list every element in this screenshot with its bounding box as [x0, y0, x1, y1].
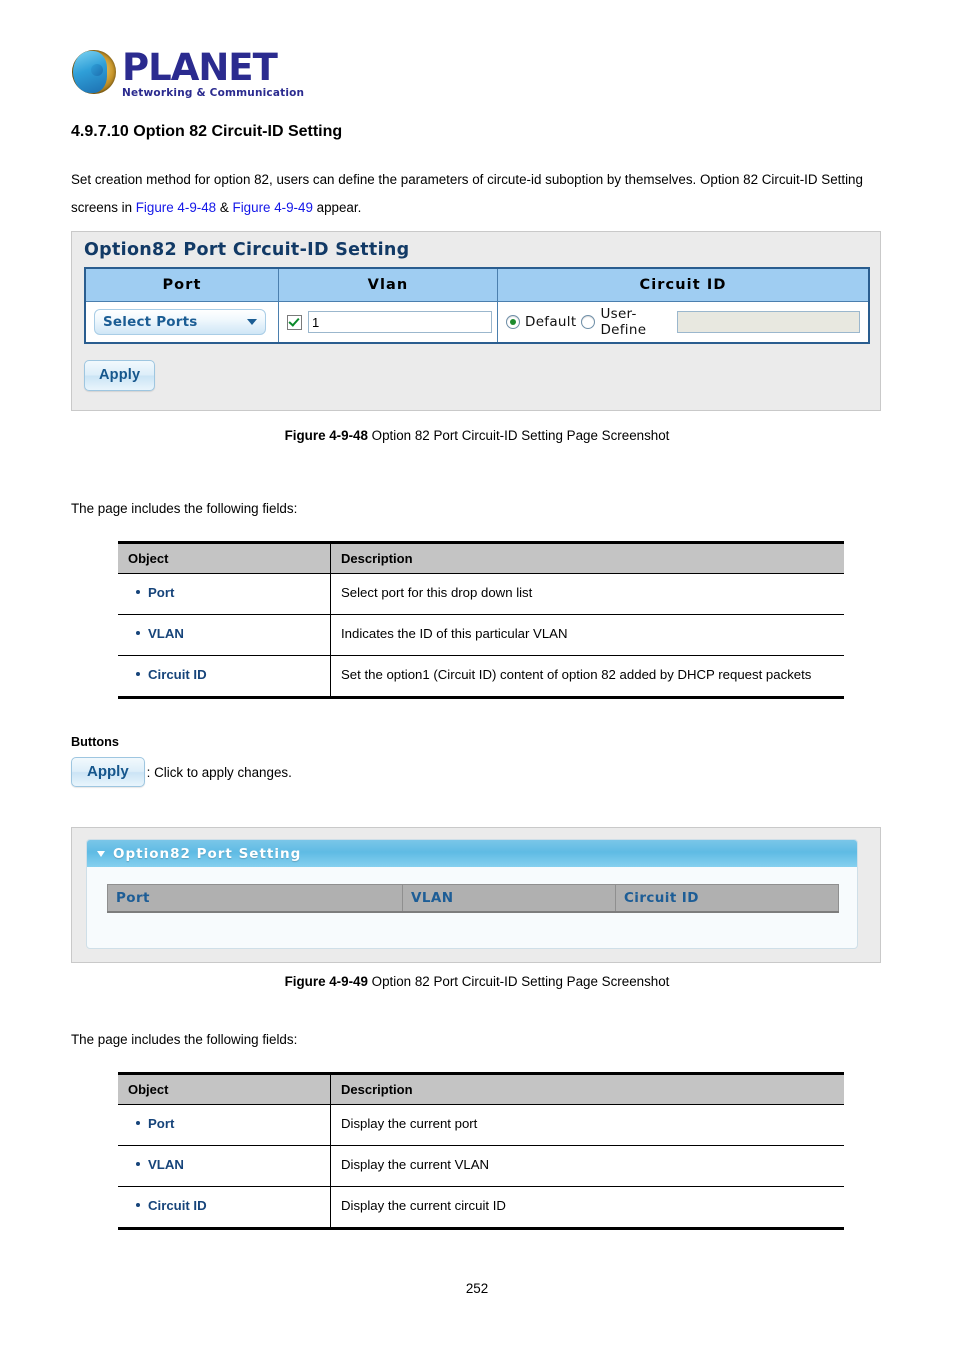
page-number: 252 — [465, 1281, 489, 1296]
panel-header[interactable]: Option82 Port Setting — [87, 840, 857, 867]
panel-title: Option82 Port Setting — [113, 845, 302, 862]
table-row: VLAN Indicates the ID of this particular… — [118, 614, 844, 656]
fields-note-1: The page includes the following fields: — [71, 501, 298, 516]
bullet-icon — [136, 631, 140, 635]
table-row: Port Select port for this drop down list — [118, 573, 844, 615]
column-header-vlan: Vlan — [278, 268, 498, 302]
chevron-down-icon — [247, 319, 257, 325]
radio-default[interactable] — [506, 315, 520, 329]
column-header-object: Object — [118, 1072, 331, 1105]
bullet-icon — [136, 1121, 140, 1125]
column-header-vlan: VLAN — [402, 884, 616, 913]
bullet-icon — [136, 590, 140, 594]
column-header-description: Description — [330, 541, 844, 574]
figure-link-4-9-49[interactable]: Figure 4-9-49 — [233, 200, 313, 215]
figure-caption-2-text: Option 82 Port Circuit-ID Setting Page S… — [367, 974, 670, 989]
option82-config-table: Port Vlan Circuit ID Select Ports 1 Defa… — [84, 267, 870, 344]
radio-user-define-label: User-Define — [600, 306, 647, 338]
fields-table-2: Object Description Port Display the curr… — [118, 1072, 844, 1230]
figure-caption-1-text: Option 82 Port Circuit-ID Setting Page S… — [367, 428, 670, 443]
table-header-row: Port Vlan Circuit ID — [84, 268, 870, 302]
page-title: 4.9.7.10 Option 82 Circuit-ID Setting — [71, 123, 343, 140]
object-label: Circuit ID — [148, 667, 207, 682]
brand-text: PLANET Networking & Communication — [122, 49, 304, 99]
select-ports-value: Select Ports — [103, 314, 198, 330]
figure-caption-1-label: Figure 4-9-48 — [284, 428, 368, 443]
figure-caption-2: Figure 4-9-49 Option 82 Port Circuit-ID … — [0, 974, 954, 989]
table-row: Port Display the current port — [118, 1104, 844, 1146]
select-ports-dropdown[interactable]: Select Ports — [94, 309, 266, 335]
object-cell: VLAN — [128, 1157, 320, 1172]
cell-port: Select Ports — [84, 301, 279, 344]
object-label: Port — [148, 1116, 175, 1131]
fields-table-1: Object Description Port Select port for … — [118, 541, 844, 699]
vlan-enable-checkbox[interactable] — [287, 314, 302, 330]
user-define-circuit-id-input[interactable] — [677, 311, 860, 333]
option82-port-setting-panel: Option82 Port Setting Port VLAN Circuit … — [86, 839, 858, 949]
table-row: Select Ports Default User-Defin — [84, 301, 870, 344]
brand-logo: PLANET Networking & Communication — [72, 38, 304, 98]
intro-ampersand: & — [216, 200, 233, 215]
table-row: Circuit ID Display the current circuit I… — [118, 1186, 844, 1230]
table-header-row: Object Description — [118, 541, 844, 574]
table-row: Circuit ID Set the option1 (Circuit ID) … — [118, 655, 844, 699]
description-cell: Display the current VLAN — [330, 1145, 844, 1187]
figure-caption-2-label: Figure 4-9-49 — [284, 974, 368, 989]
apply-legend-text: : Click to apply changes. — [146, 764, 292, 780]
figure-link-4-9-48[interactable]: Figure 4-9-48 — [136, 200, 216, 215]
radio-default-label: Default — [525, 314, 577, 330]
object-cell: VLAN — [128, 626, 320, 641]
description-cell: Display the current circuit ID — [330, 1186, 844, 1230]
radio-user-define[interactable] — [581, 315, 596, 329]
object-cell: Circuit ID — [128, 1198, 320, 1213]
object-cell: Port — [128, 1116, 320, 1131]
apply-button-wrapper: Apply — [84, 360, 156, 391]
globe-icon — [72, 50, 116, 94]
description-cell: Set the option1 (Circuit ID) content of … — [330, 655, 844, 699]
cell-vlan — [278, 301, 498, 344]
screenshot-option82-circuit-id-setting: Option82 Port Circuit-ID Setting Port Vl… — [71, 231, 881, 411]
table-header-row: Object Description — [118, 1072, 844, 1105]
option82-port-setting-table: Port VLAN Circuit ID — [107, 884, 839, 913]
screenshot-option82-port-setting: Option82 Port Setting Port VLAN Circuit … — [71, 827, 881, 963]
intro-text-part2: appear. — [312, 200, 362, 215]
object-label: Circuit ID — [148, 1198, 207, 1213]
object-cell: Circuit ID — [128, 667, 320, 682]
description-cell: Indicates the ID of this particular VLAN — [330, 614, 844, 656]
object-label: VLAN — [148, 626, 184, 641]
object-label: VLAN — [148, 1157, 184, 1172]
fields-note-2: The page includes the following fields: — [71, 1032, 298, 1047]
bullet-icon — [136, 1162, 140, 1166]
column-header-circuit-id: Circuit ID — [497, 268, 870, 302]
column-header-object: Object — [118, 541, 331, 574]
object-cell: Port — [128, 585, 320, 600]
vlan-id-input[interactable] — [308, 311, 492, 333]
column-header-description: Description — [330, 1072, 844, 1105]
table-header-row: Port VLAN Circuit ID — [107, 884, 839, 913]
apply-button-legend[interactable]: Apply — [71, 757, 145, 787]
column-header-circuit-id: Circuit ID — [615, 884, 839, 913]
column-header-port: Port — [107, 884, 403, 913]
figure-caption-1: Figure 4-9-48 Option 82 Port Circuit-ID … — [0, 428, 954, 443]
object-label: Port — [148, 585, 175, 600]
buttons-legend-row: Apply : Click to apply changes. — [71, 757, 292, 787]
intro-paragraph: Set creation method for option 82, users… — [71, 166, 883, 222]
table-row: VLAN Display the current VLAN — [118, 1145, 844, 1187]
description-cell: Select port for this drop down list — [330, 573, 844, 615]
description-cell: Display the current port — [330, 1104, 844, 1146]
brand-tagline: Networking & Communication — [122, 86, 305, 99]
brand-name: PLANET — [122, 45, 278, 89]
cell-circuit-id: Default User-Define — [497, 301, 870, 344]
screenshot-panel-title: Option82 Port Circuit-ID Setting — [84, 240, 410, 260]
bullet-icon — [136, 1203, 140, 1207]
apply-button[interactable]: Apply — [84, 360, 156, 391]
caret-down-icon[interactable] — [97, 850, 105, 857]
buttons-heading: Buttons — [71, 735, 119, 749]
column-header-port: Port — [84, 268, 279, 302]
bullet-icon — [136, 672, 140, 676]
